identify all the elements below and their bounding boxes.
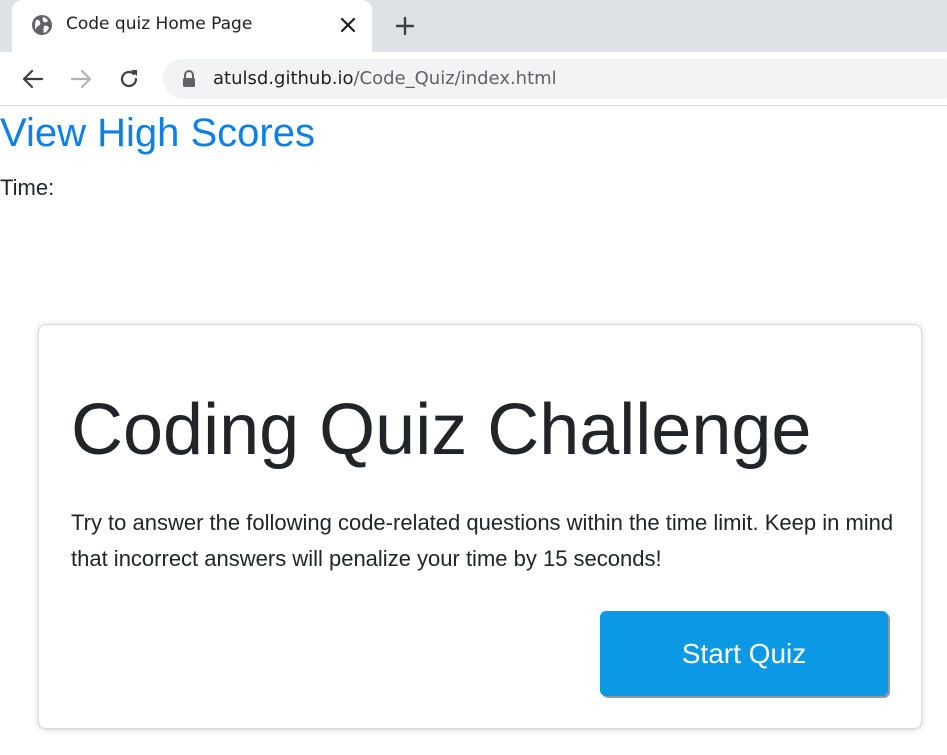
back-button[interactable] [19, 65, 47, 93]
address-bar[interactable]: atulsd.github.io/Code_Quiz/index.html [163, 59, 947, 99]
tab-title: Code quiz Home Page [66, 14, 253, 34]
new-tab-button[interactable] [392, 13, 418, 39]
browser-tab[interactable]: Code quiz Home Page [12, 0, 372, 52]
quiz-description: Try to answer the following code-related… [71, 510, 894, 571]
reload-button[interactable] [115, 65, 143, 93]
page-content: View High Scores Time: Coding Quiz Chall… [0, 107, 947, 755]
lock-icon[interactable] [181, 70, 197, 88]
forward-button[interactable] [67, 65, 95, 93]
arrow-right-icon [70, 69, 92, 89]
reload-icon [120, 70, 138, 88]
globe-icon [31, 14, 53, 36]
arrow-left-icon [22, 69, 44, 89]
close-icon[interactable] [337, 14, 359, 36]
quiz-title: Coding Quiz Challenge [71, 390, 812, 470]
plus-icon [395, 16, 415, 36]
quiz-intro-card: Coding Quiz Challenge Try to answer the … [38, 324, 922, 729]
start-quiz-button[interactable]: Start Quiz [600, 611, 888, 696]
url-path: /Code_Quiz/index.html [353, 68, 557, 89]
url-domain: atulsd.github.io [213, 68, 354, 89]
url-text[interactable]: atulsd.github.io/Code_Quiz/index.html [213, 68, 557, 89]
view-high-scores-link[interactable]: View High Scores [0, 111, 315, 155]
tab-strip: Code quiz Home Page [0, 0, 947, 52]
browser-toolbar: atulsd.github.io/Code_Quiz/index.html [0, 52, 947, 106]
timer-label: Time: [0, 175, 55, 200]
